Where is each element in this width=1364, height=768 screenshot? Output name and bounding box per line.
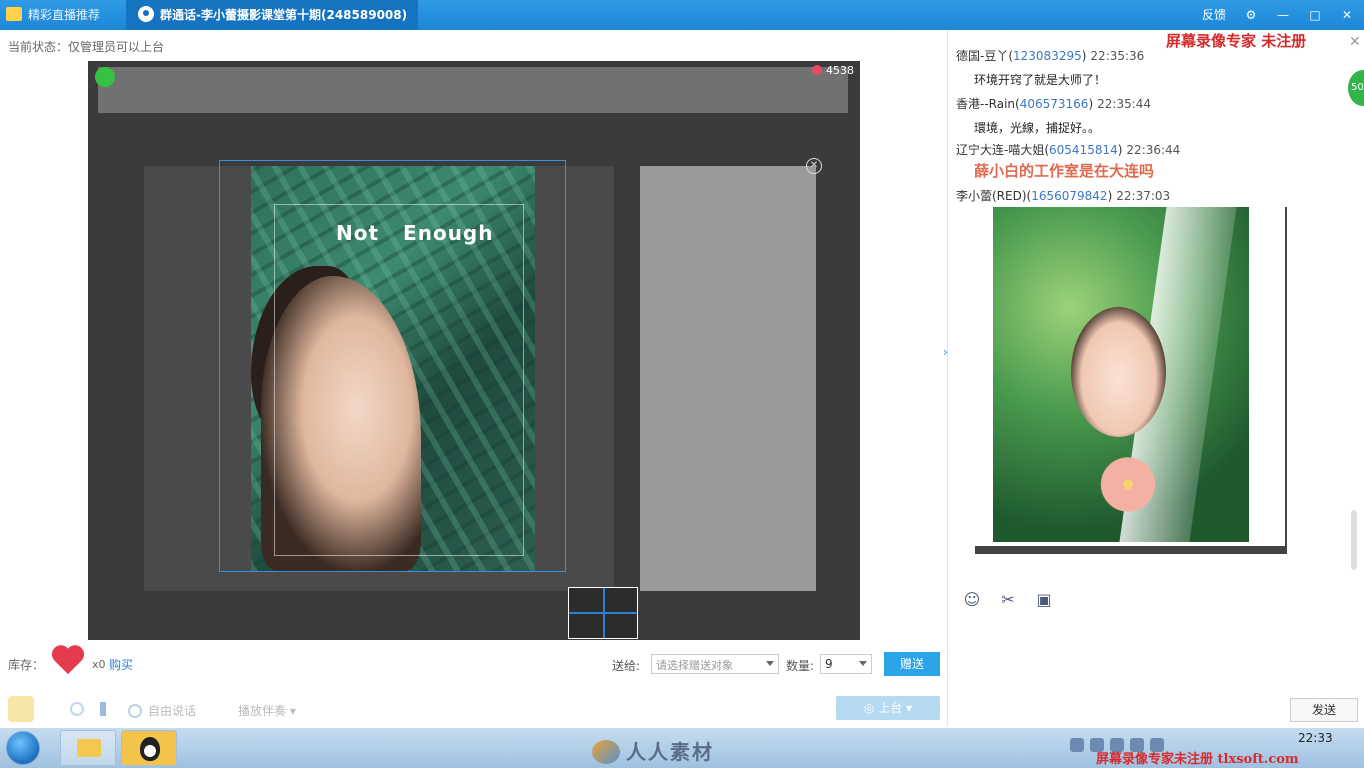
chat-tools: ☺ ✂ ▣ xyxy=(962,590,1054,610)
voice-toolbar: 自由说话 播放伴奏 ▾ ◎ 上台 ▾ xyxy=(8,696,940,724)
windows-taskbar: 人人素材 22:33 屏幕录像专家未注册 tlxsoft.com xyxy=(0,728,1364,768)
keyboard-icon[interactable] xyxy=(1070,738,1084,752)
sender-close: ) xyxy=(1117,143,1123,157)
send-to-label: 送给: xyxy=(612,659,641,673)
sender-name[interactable]: 李小蕾(RED)( xyxy=(956,189,1031,203)
gift-button[interactable]: 赠送 xyxy=(884,652,940,676)
chevron-down-icon xyxy=(859,661,867,666)
message-time: 22:36:44 xyxy=(1126,143,1181,157)
message-time: 22:35:36 xyxy=(1090,49,1145,63)
sender-name[interactable]: 辽宁大连-喵大姐( xyxy=(956,143,1049,157)
qty-label: 数量: xyxy=(786,659,815,673)
clock-time[interactable]: 22:33 xyxy=(1298,731,1333,745)
chat-message-header: 李小蕾(RED)(1656079842) 22:37:03 xyxy=(956,187,1170,204)
gift-count: x0 xyxy=(92,658,106,671)
qty-value: 9 xyxy=(825,657,833,671)
go-on-stage-label: 上台 xyxy=(878,701,903,715)
tab-group-call[interactable]: 群通话-李小蕾摄影课堂第十期(248589008) xyxy=(126,0,418,30)
chat-photo[interactable] xyxy=(993,207,1249,542)
group-call-icon xyxy=(138,6,154,22)
panel-divider[interactable] xyxy=(947,30,948,726)
chat-message-text: 環境，光線，捕捉好。。 xyxy=(974,121,1101,135)
minimap-thumbnail[interactable] xyxy=(568,587,638,639)
guide-frame xyxy=(274,204,524,556)
brand-watermark: 人人素材 xyxy=(592,736,714,765)
title-bar: 精彩直播推荐 群通话-李小蕾摄影课堂第十期(248589008) 反馈 ⚙ — … xyxy=(0,0,1364,30)
live-indicator-icon xyxy=(95,67,115,87)
qq-taskbar-icon[interactable] xyxy=(121,730,177,766)
heart-icon[interactable] xyxy=(52,646,86,676)
free-talk-toggle[interactable]: 自由说话 xyxy=(128,702,196,719)
brand-logo-icon xyxy=(592,740,620,764)
flower-icon xyxy=(812,65,822,75)
shared-screen-video[interactable]: 4538 Not Enough ✕ xyxy=(88,61,860,640)
close-icon[interactable]: ✕ xyxy=(806,158,822,174)
tab-live-recommend[interactable]: 精彩直播推荐 xyxy=(6,6,100,23)
accompaniment-menu[interactable]: 播放伴奏 ▾ xyxy=(238,702,296,719)
tab-group-call-label: 群通话-李小蕾摄影课堂第十期(248589008) xyxy=(160,8,408,22)
footer-watermark: 屏幕录像专家未注册 tlxsoft.com xyxy=(1096,752,1299,767)
speaker-icon[interactable] xyxy=(100,702,112,716)
chat-message-header: 辽宁大连-喵大姐(605415814) 22:36:44 xyxy=(956,141,1180,158)
feedback-button[interactable]: 反馈 xyxy=(1202,6,1226,23)
recorder-watermark: 屏幕录像专家 未注册 xyxy=(1166,32,1307,50)
maximize-button[interactable]: □ xyxy=(1308,8,1322,22)
sender-qq[interactable]: 605415814 xyxy=(1049,143,1118,157)
sender-qq[interactable]: 123083295 xyxy=(1013,49,1082,63)
start-button[interactable] xyxy=(6,731,40,765)
stage-status: 当前状态：仅管理员可以上台 xyxy=(8,40,165,54)
browser-toolbar-shadow xyxy=(98,67,848,113)
sender-name[interactable]: 德国-豆丫( xyxy=(956,49,1013,63)
chat-message-text: 薛小白的工作室是在大连吗 xyxy=(974,162,1155,180)
message-time: 22:35:44 xyxy=(1097,97,1152,111)
image-icon[interactable]: ▣ xyxy=(1034,590,1054,610)
chat-scrollbar[interactable] xyxy=(1351,510,1357,570)
side-panel: ✕ xyxy=(640,158,822,591)
viewer-count-value: 4538 xyxy=(826,64,854,77)
chevron-right-icon[interactable]: › xyxy=(943,345,948,359)
chat-message-header: 香港--Rain(406573166) 22:35:44 xyxy=(956,95,1151,112)
sender-close: ) xyxy=(1088,97,1094,111)
chat-message-header: 德国-豆丫(123083295) 22:35:36 xyxy=(956,47,1144,64)
sender-qq[interactable]: 406573166 xyxy=(1020,97,1089,111)
window-controls: 反馈 ⚙ — □ ✕ xyxy=(1202,6,1354,23)
emoji-icon[interactable]: ☺ xyxy=(962,590,982,610)
chevron-down-icon xyxy=(766,661,774,666)
qty-select[interactable]: 9 xyxy=(820,654,872,674)
free-talk-label: 自由说话 xyxy=(148,704,197,718)
scissors-icon[interactable]: ✂ xyxy=(998,590,1018,610)
portrait-face xyxy=(1071,307,1166,437)
app-icon[interactable] xyxy=(8,696,34,722)
close-button[interactable]: ✕ xyxy=(1340,8,1354,22)
brand-text: 人人素材 xyxy=(626,740,714,764)
tab-live-label: 精彩直播推荐 xyxy=(28,8,101,22)
explorer-taskbar-icon[interactable] xyxy=(60,730,116,766)
stock-label: 库存： xyxy=(8,658,45,672)
target-select-value: 请选择赠送对象 xyxy=(656,659,733,672)
settings-icon[interactable]: ⚙ xyxy=(1244,8,1258,22)
minimize-button[interactable]: — xyxy=(1276,8,1290,22)
sender-qq[interactable]: 1656079842 xyxy=(1031,189,1107,203)
send-button[interactable]: 发送 xyxy=(1290,698,1358,722)
live-icon xyxy=(6,7,22,21)
free-talk-icon xyxy=(128,704,142,718)
sender-name[interactable]: 香港--Rain( xyxy=(956,97,1020,111)
chat-message-text: 环境开窍了就是大师了！ xyxy=(974,73,1107,87)
target-select[interactable]: 请选择赠送对象 xyxy=(651,654,779,674)
buy-link[interactable]: 购买 xyxy=(109,656,133,673)
close-icon[interactable]: ✕ xyxy=(1349,34,1361,50)
sender-close: ) xyxy=(1081,49,1087,63)
go-on-stage-button[interactable]: ◎ 上台 ▾ xyxy=(836,696,940,720)
flower-bouquet xyxy=(1093,457,1163,512)
accompaniment-label: 播放伴奏 xyxy=(238,704,287,718)
viewer-count: 4538 xyxy=(812,64,854,77)
sender-close: ) xyxy=(1107,189,1113,203)
mic-icon[interactable] xyxy=(70,702,84,716)
message-time: 22:37:03 xyxy=(1116,189,1171,203)
online-badge[interactable]: 50 xyxy=(1348,70,1364,106)
